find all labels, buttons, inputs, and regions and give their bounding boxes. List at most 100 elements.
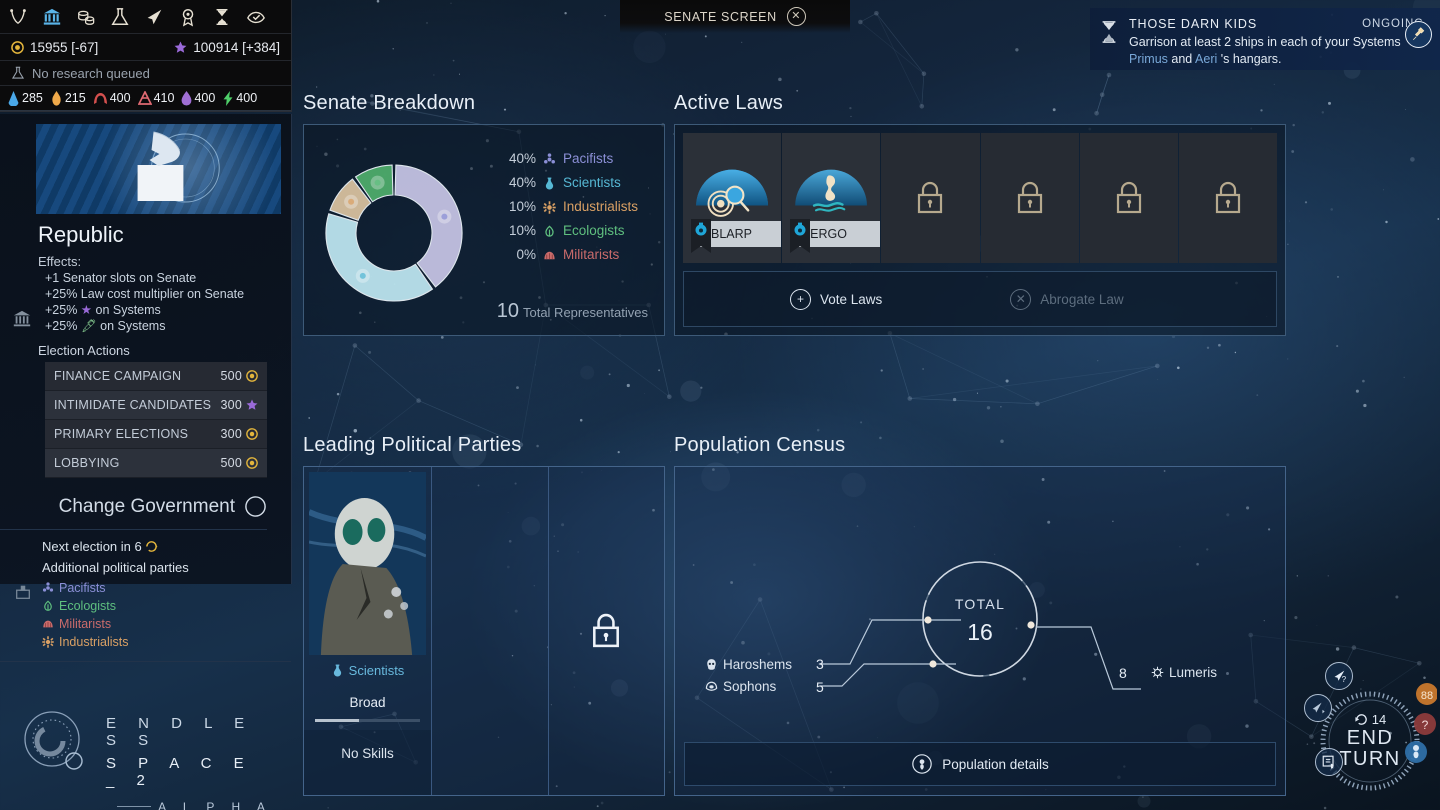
empire-icon[interactable] — [8, 7, 28, 27]
leading-party-slot-locked[interactable] — [549, 467, 665, 795]
effects-label: Effects: — [38, 254, 82, 269]
party-name: Scientists — [348, 662, 405, 678]
militarists-icon — [43, 620, 53, 628]
quest-system-a: Primus — [1129, 51, 1168, 66]
window-title: SENATE SCREEN — [664, 9, 777, 24]
resource-titanium: 215 — [50, 90, 86, 106]
quest-panel[interactable]: THOSE DARN KIDS ONGOING Garrison at leas… — [1090, 8, 1440, 70]
legend-pct: 10% — [508, 199, 536, 214]
action-intimidate-candidates[interactable]: INTIMIDATE CANDIDATES 300 — [45, 391, 267, 420]
system-action-icon[interactable] — [1315, 748, 1343, 776]
additional-party-ecologists[interactable]: Ecologists — [42, 597, 291, 615]
pin-icon[interactable] — [1405, 21, 1432, 48]
currency-row: 15955 [-67] 100914 [+384] — [0, 33, 291, 60]
census-value-lumeris: 8 — [1119, 665, 1127, 681]
additional-party-militarists[interactable]: Militarists — [42, 615, 291, 633]
dust-icon — [11, 40, 24, 54]
panel-title-senate-breakdown: Senate Breakdown — [303, 92, 476, 114]
quest-desc-post: 's hangars. — [1217, 51, 1282, 66]
additional-party-pacifists[interactable]: Pacifists — [42, 579, 291, 597]
election-actions-label: Election Actions — [38, 343, 130, 358]
academy-icon[interactable] — [178, 7, 198, 27]
law-slot-blarp[interactable]: BLARP — [683, 133, 782, 263]
census-value-sophons: 5 — [816, 679, 824, 695]
legend-pct: 0% — [516, 247, 536, 262]
law-slot-locked-2[interactable] — [980, 133, 1079, 263]
next-election-block: Next election in 6 Additional political … — [0, 539, 291, 662]
quadrinix-icon — [182, 90, 192, 105]
haroshems-icon — [707, 659, 716, 670]
ecologists-icon — [545, 225, 554, 237]
resource-hyperium: 285 — [7, 90, 43, 106]
active-laws-panel: Active Laws BLARP ERGO + Vote Laws ✕ Abr… — [674, 92, 1286, 336]
logo-mark — [24, 711, 83, 770]
abrogate-law-label: Abrogate Law — [1040, 291, 1124, 307]
influence-amount-group: 100914 [+384] — [174, 40, 280, 55]
government-name: Republic — [38, 222, 124, 247]
action-primary-elections[interactable]: PRIMARY ELECTIONS 300 — [45, 420, 267, 449]
senate-icon[interactable] — [42, 7, 62, 27]
abrogate-law-button[interactable]: ✕ Abrogate Law — [1010, 288, 1124, 310]
svg-text:?: ? — [1342, 675, 1347, 684]
change-government-icon — [245, 496, 266, 517]
legend-label: Ecologists — [563, 223, 625, 238]
law-slot-locked-4[interactable] — [1178, 133, 1278, 263]
vote-laws-button[interactable]: + Vote Laws — [790, 288, 882, 310]
close-icon[interactable]: ✕ — [786, 7, 806, 26]
legend-label: Militarists — [563, 247, 620, 262]
law-slot-grid: BLARP ERGO — [683, 133, 1278, 263]
dust-amount-group: 15955 [-67] — [11, 40, 98, 55]
party-name-row: Scientists — [304, 655, 431, 685]
law-party-flag — [691, 219, 711, 253]
senate-breakdown-panel: Senate Breakdown 40% Pacifists 40% Scien… — [303, 92, 665, 336]
antimatter-value: 400 — [109, 91, 131, 105]
left-sidebar: 15955 [-67] 100914 [+384] No research qu… — [0, 0, 292, 810]
quadrinix-value: 400 — [194, 91, 216, 105]
population-details-button[interactable]: Population details — [684, 742, 1276, 786]
party-leader-portrait — [309, 472, 426, 655]
leading-parties-panel: Leading Political Parties Scientists Bro… — [303, 434, 665, 796]
action-label: FINANCE CAMPAIGN — [54, 369, 182, 383]
ballot-box-icon — [16, 585, 30, 599]
fleet-move-icon[interactable] — [1304, 694, 1332, 722]
legend-label: Industrialists — [563, 199, 639, 214]
turn-counter: 14 — [1354, 712, 1386, 727]
strategic-resources-bar: 285 215 400 410 400 400 — [0, 85, 291, 111]
trade-icon[interactable] — [76, 7, 96, 27]
law-slot-locked-1[interactable] — [881, 133, 980, 263]
donut-slice-pacifists[interactable] — [394, 164, 463, 288]
law-slot-locked-3[interactable] — [1079, 133, 1178, 263]
end-turn-widget: 14 END TURN ? 88 ? — [1304, 662, 1437, 806]
dust-icon — [246, 370, 258, 382]
law-slot-ergo[interactable]: ERGO — [782, 133, 881, 263]
legend-pct: 40% — [508, 151, 536, 166]
leading-party-slot-empty[interactable] — [432, 467, 549, 795]
census-race-name: Sophons — [723, 679, 777, 694]
industrialists-icon — [543, 200, 556, 214]
cross-icon: ✕ — [1010, 288, 1032, 310]
quest-desc-pre: Garrison at least 2 ships in each of you… — [1129, 35, 1401, 49]
hourglass-icon — [1102, 21, 1116, 43]
action-lobbying[interactable]: LOBBYING 500 — [45, 449, 267, 478]
research-status-row[interactable]: No research queued — [0, 60, 291, 85]
dust-icon — [246, 428, 258, 440]
quests-icon[interactable] — [212, 7, 232, 27]
action-cost: 500 — [221, 369, 258, 383]
leading-party-card[interactable]: Scientists Broad No Skills — [304, 467, 432, 795]
donut-slice-scientists[interactable] — [325, 213, 434, 302]
census-right-label-lumeris: Lumeris — [1151, 665, 1217, 680]
population-icon — [912, 754, 932, 774]
fleet-icon[interactable] — [144, 7, 164, 27]
minimap-notification-icons[interactable]: 88 ? — [1391, 680, 1437, 776]
action-finance-campaign[interactable]: FINANCE CAMPAIGN 500 — [45, 362, 267, 391]
additional-party-industrialists[interactable]: Industrialists — [42, 633, 291, 651]
legend-item-scientists: 40% Scientists — [498, 171, 638, 195]
research-icon[interactable] — [110, 7, 130, 27]
diplomacy-icon[interactable] — [246, 7, 266, 27]
resource-quadrinix: 400 — [181, 90, 216, 106]
election-actions-list: FINANCE CAMPAIGN 500 INTIMIDATE CANDIDAT… — [45, 362, 267, 478]
fleet-question-icon[interactable]: ? — [1325, 662, 1353, 690]
research-status-text: No research queued — [32, 65, 150, 81]
legend-pct: 40% — [508, 175, 536, 190]
change-government-button[interactable]: Change Government — [0, 490, 267, 530]
